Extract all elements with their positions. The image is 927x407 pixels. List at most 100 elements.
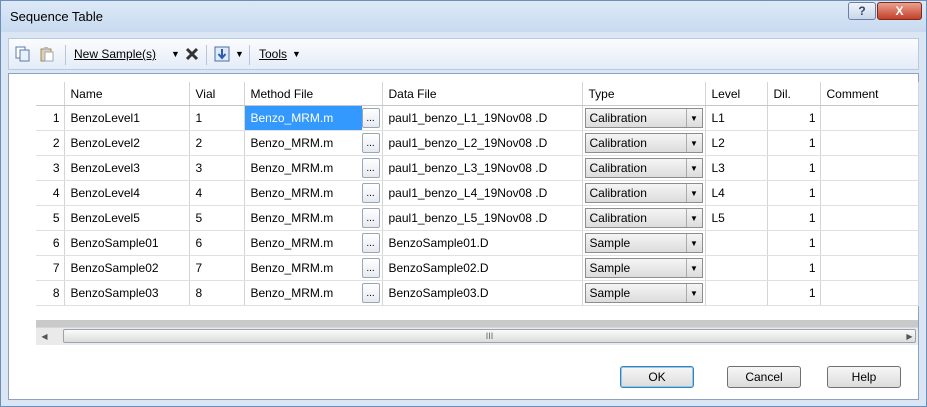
data-file-cell[interactable]: paul1_benzo_L3_19Nov08 .D — [382, 155, 583, 181]
data-file-cell[interactable]: paul1_benzo_L4_19Nov08 .D — [382, 180, 583, 206]
row-index[interactable]: 3 — [36, 155, 65, 181]
row-index[interactable]: 4 — [36, 180, 65, 206]
new-samples-button[interactable]: New Sample(s) — [74, 45, 156, 63]
method-file-cell[interactable]: Benzo_MRM.m... — [244, 255, 383, 281]
browse-button[interactable]: ... — [361, 233, 380, 253]
type-cell[interactable]: Sample ▼ — [582, 255, 706, 281]
comment-cell[interactable] — [820, 255, 919, 281]
dil-cell[interactable]: 1 — [767, 130, 821, 156]
type-cell[interactable]: Sample ▼ — [582, 280, 706, 306]
method-file-text[interactable]: Benzo_MRM.m — [245, 181, 362, 205]
name-cell[interactable]: BenzoLevel5 — [64, 205, 190, 231]
vial-cell[interactable]: 3 — [189, 155, 245, 181]
type-select[interactable]: Calibration ▼ — [584, 133, 703, 153]
dil-cell[interactable]: 1 — [767, 105, 821, 131]
comment-cell[interactable] — [820, 205, 919, 231]
vial-cell[interactable]: 2 — [189, 130, 245, 156]
method-file-cell[interactable]: Benzo_MRM.m... — [244, 130, 383, 156]
name-cell[interactable]: BenzoLevel3 — [64, 155, 190, 181]
chevron-down-icon[interactable]: ▼ — [685, 134, 702, 152]
table-row[interactable]: 1 BenzoLevel1 1 Benzo_MRM.m... paul1_benzo_L… — [36, 105, 919, 131]
browse-button[interactable]: ... — [361, 158, 380, 178]
chevron-down-icon[interactable]: ▼ — [685, 259, 702, 277]
table-row[interactable]: 2 BenzoLevel2 2 Benzo_MRM.m... paul1_benzo_L… — [36, 130, 919, 156]
type-select[interactable]: Calibration ▼ — [584, 183, 703, 203]
data-file-cell[interactable]: paul1_benzo_L5_19Nov08 .D — [382, 205, 583, 231]
row-index[interactable]: 2 — [36, 130, 65, 156]
header-data-file[interactable]: Data File — [382, 82, 583, 106]
close-button[interactable]: X — [877, 2, 922, 20]
level-cell[interactable] — [705, 280, 768, 306]
method-file-text[interactable]: Benzo_MRM.m — [244, 106, 362, 130]
level-cell[interactable]: L1 — [705, 105, 768, 131]
vial-cell[interactable]: 8 — [189, 280, 245, 306]
row-index[interactable]: 5 — [36, 205, 65, 231]
browse-button[interactable]: ... — [361, 258, 380, 278]
level-cell[interactable]: L5 — [705, 205, 768, 231]
header-dil[interactable]: Dil. — [767, 82, 821, 106]
comment-cell[interactable] — [820, 180, 919, 206]
browse-button[interactable]: ... — [361, 133, 380, 153]
type-cell[interactable]: Calibration ▼ — [582, 180, 706, 206]
header-name[interactable]: Name — [64, 82, 190, 106]
comment-cell[interactable] — [820, 105, 919, 131]
cancel-button[interactable]: Cancel — [727, 366, 801, 388]
table-row[interactable]: 7 BenzoSample02 7 Benzo_MRM.m... BenzoSample… — [36, 255, 919, 281]
level-cell[interactable] — [705, 230, 768, 256]
header-type[interactable]: Type — [582, 82, 706, 106]
header-level[interactable]: Level — [705, 82, 768, 106]
name-cell[interactable]: BenzoSample03 — [64, 280, 190, 306]
vial-cell[interactable]: 7 — [189, 255, 245, 281]
method-file-cell[interactable]: Benzo_MRM.m... — [244, 180, 383, 206]
comment-cell[interactable] — [820, 280, 919, 306]
tools-menu[interactable]: Tools ▼ — [259, 45, 301, 63]
scroll-right-icon[interactable]: ▶ — [901, 328, 918, 345]
method-file-cell[interactable]: Benzo_MRM.m... — [244, 155, 383, 181]
dil-cell[interactable]: 1 — [767, 255, 821, 281]
chevron-down-icon[interactable]: ▼ — [685, 234, 702, 252]
table-row[interactable]: 4 BenzoLevel4 4 Benzo_MRM.m... paul1_benzo_L… — [36, 180, 919, 206]
method-file-cell[interactable]: Benzo_MRM.m... — [244, 205, 383, 231]
method-file-text[interactable]: Benzo_MRM.m — [245, 231, 362, 255]
type-cell[interactable]: Calibration ▼ — [582, 105, 706, 131]
dil-cell[interactable]: 1 — [767, 155, 821, 181]
type-select[interactable]: Sample ▼ — [584, 233, 703, 253]
type-cell[interactable]: Calibration ▼ — [582, 130, 706, 156]
data-file-cell[interactable]: paul1_benzo_L1_19Nov08 .D — [382, 105, 583, 131]
title-help-button[interactable]: ? — [848, 2, 876, 20]
browse-button[interactable]: ... — [361, 183, 380, 203]
vial-cell[interactable]: 1 — [189, 105, 245, 131]
method-file-cell[interactable]: Benzo_MRM.m... — [244, 280, 383, 306]
table-row[interactable]: 6 BenzoSample01 6 Benzo_MRM.m... BenzoSample… — [36, 230, 919, 256]
type-cell[interactable]: Calibration ▼ — [582, 155, 706, 181]
type-select[interactable]: Calibration ▼ — [584, 108, 703, 128]
vial-cell[interactable]: 5 — [189, 205, 245, 231]
row-index[interactable]: 6 — [36, 230, 65, 256]
name-cell[interactable]: BenzoLevel4 — [64, 180, 190, 206]
type-select[interactable]: Calibration ▼ — [584, 208, 703, 228]
level-cell[interactable]: L3 — [705, 155, 768, 181]
name-cell[interactable]: BenzoLevel1 — [64, 105, 190, 131]
level-cell[interactable]: L4 — [705, 180, 768, 206]
delete-button[interactable] — [184, 45, 200, 63]
chevron-down-icon[interactable]: ▼ — [685, 159, 702, 177]
method-file-text[interactable]: Benzo_MRM.m — [245, 156, 362, 180]
vial-cell[interactable]: 4 — [189, 180, 245, 206]
dil-cell[interactable]: 1 — [767, 230, 821, 256]
method-file-cell[interactable]: Benzo_MRM.m... — [244, 105, 383, 131]
row-index[interactable]: 1 — [36, 105, 65, 131]
comment-cell[interactable] — [820, 155, 919, 181]
header-method-file[interactable]: Method File — [244, 82, 383, 106]
type-cell[interactable]: Sample ▼ — [582, 230, 706, 256]
browse-button[interactable]: ... — [361, 208, 380, 228]
data-file-cell[interactable]: paul1_benzo_L2_19Nov08 .D — [382, 130, 583, 156]
name-cell[interactable]: BenzoSample02 — [64, 255, 190, 281]
dil-cell[interactable]: 1 — [767, 180, 821, 206]
horizontal-scrollbar[interactable]: ◀ III ▶ — [36, 327, 918, 345]
row-index[interactable]: 8 — [36, 280, 65, 306]
chevron-down-icon[interactable]: ▼ — [685, 209, 702, 227]
type-select[interactable]: Sample ▼ — [584, 258, 703, 278]
fill-down-dropdown[interactable]: ▼ — [235, 45, 244, 63]
chevron-down-icon[interactable]: ▼ — [685, 184, 702, 202]
header-vial[interactable]: Vial — [189, 82, 245, 106]
